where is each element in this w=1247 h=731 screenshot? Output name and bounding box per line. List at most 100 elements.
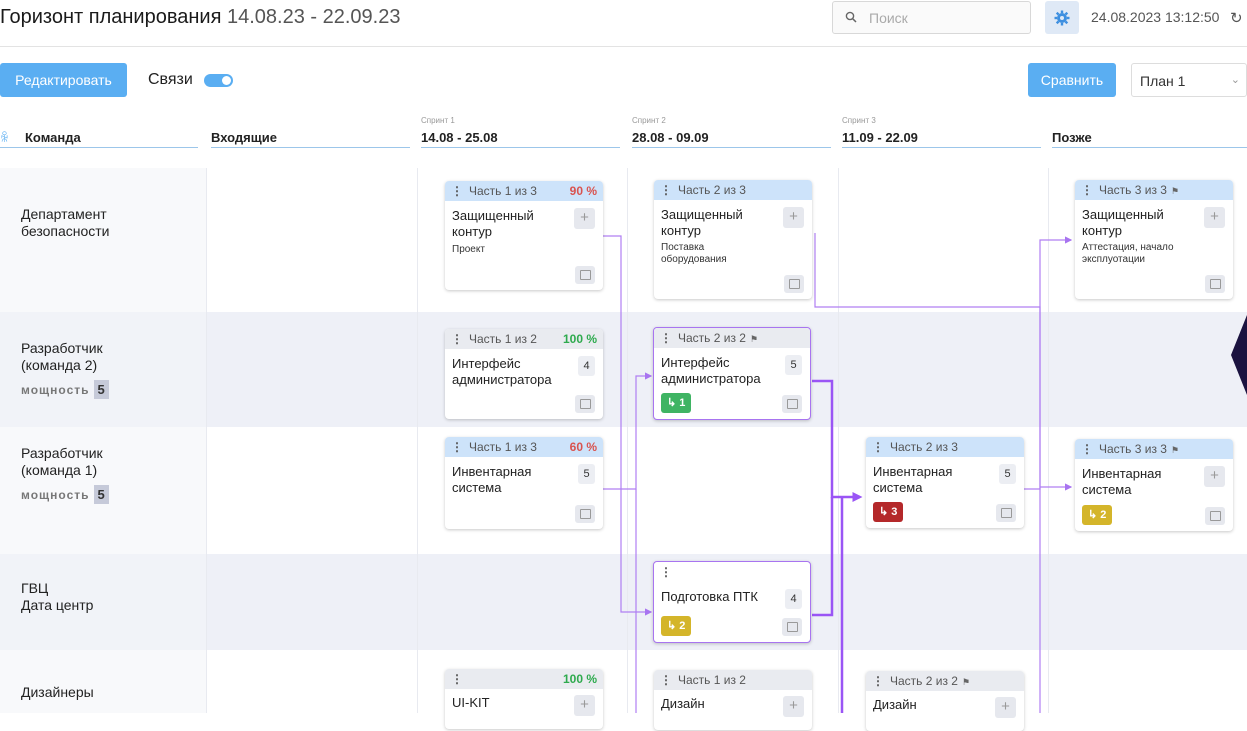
card-count: 5 <box>578 464 595 484</box>
plan-select[interactable]: План 1 ⌄ <box>1131 63 1247 97</box>
calendar-icon[interactable] <box>784 275 804 293</box>
link-badge[interactable]: ↳ 2 <box>661 616 691 636</box>
calendar-icon[interactable] <box>575 395 595 413</box>
calendar-icon[interactable] <box>996 504 1016 522</box>
calendar-icon[interactable] <box>575 505 595 523</box>
drag-handle-icon[interactable]: ⋮ <box>660 673 672 687</box>
card-title: Инвентарная система <box>452 464 570 496</box>
add-icon[interactable]: + <box>1204 466 1225 487</box>
add-icon[interactable]: + <box>574 208 595 229</box>
add-icon[interactable]: + <box>1204 207 1225 228</box>
card-description: Аттестация, начало эксплуотации <box>1082 242 1192 266</box>
drag-handle-icon[interactable]: ⋮ <box>872 440 884 454</box>
card-progress: 60 % <box>570 440 597 454</box>
badge-count: 1 <box>679 397 685 409</box>
refresh-icon[interactable]: ↻ <box>1230 9 1243 27</box>
link-icon: ↳ <box>1088 509 1100 521</box>
sprint-label: Спринт 3 <box>842 116 876 125</box>
drag-handle-icon[interactable]: ⋮ <box>451 440 463 454</box>
drag-handle-icon[interactable]: ⋮ <box>451 672 463 686</box>
drag-handle-icon[interactable]: ⋮ <box>660 565 672 579</box>
task-card[interactable]: ⋮Часть 2 из 3 Инвентарная система 5 ↳ 3 <box>866 437 1024 528</box>
drag-handle-icon[interactable]: ⋮ <box>451 332 463 346</box>
calendar-icon[interactable] <box>575 266 595 284</box>
card-title: Интерфейс администратора <box>661 355 779 387</box>
title-text: Горизонт планирования <box>0 6 221 28</box>
task-card[interactable]: ⋮ Подготовка ПТК 4 ↳ 2 <box>653 561 811 643</box>
task-card[interactable]: ⋮Часть 1 из 2100 % Интерфейс администрат… <box>445 329 603 419</box>
card-part: Часть 2 из 3 <box>890 440 958 454</box>
task-card[interactable]: ⋮Часть 1 из 2 Дизайн + <box>654 670 812 730</box>
search-input[interactable] <box>869 8 1019 28</box>
capacity-value: 5 <box>94 485 109 504</box>
card-part: Часть 1 из 3 <box>469 184 537 198</box>
calendar-icon[interactable] <box>1205 275 1225 293</box>
side-panel-tab[interactable] <box>1229 310 1247 400</box>
chevron-down-icon: ⌄ <box>1231 73 1240 86</box>
title-range: 14.08.23 - 22.09.23 <box>227 6 400 28</box>
card-title: Защищенный контур <box>1082 207 1200 239</box>
task-card[interactable]: ⋮Часть 2 из 3 Защищенный контур Поставка… <box>654 180 812 299</box>
card-title: Инвентарная система <box>873 464 991 496</box>
task-card[interactable]: ⋮Часть 2 из 2⚑ Дизайн + <box>866 671 1024 731</box>
column-divider <box>838 168 839 713</box>
settings-button[interactable] <box>1045 1 1079 34</box>
add-icon[interactable]: + <box>783 696 804 717</box>
plan-select-value: План 1 <box>1140 73 1185 89</box>
task-card[interactable]: ⋮100 % UI-KIT + <box>445 669 603 729</box>
link-badge[interactable]: ↳ 1 <box>661 393 691 413</box>
row-label: Разработчик (команда 1) <box>21 445 103 479</box>
column-label: 14.08 - 25.08 <box>421 130 498 145</box>
link-icon: ↳ <box>879 506 891 518</box>
card-part: Часть 2 из 2 <box>890 674 958 688</box>
card-part: Часть 1 из 3 <box>469 440 537 454</box>
card-title: Интерфейс администратора <box>452 356 570 388</box>
drag-handle-icon[interactable]: ⋮ <box>872 674 884 688</box>
search-box[interactable] <box>832 1 1031 34</box>
column-header-sprint-3: Спринт 3 11.09 - 22.09 <box>842 116 1041 148</box>
column-divider <box>1048 168 1049 713</box>
task-card[interactable]: ⋮ Часть 1 из 3 60 % Инвентарная система 5 <box>445 437 603 529</box>
drag-handle-icon[interactable]: ⋮ <box>1081 442 1093 456</box>
calendar-icon[interactable] <box>1205 507 1225 525</box>
card-title: Дизайн <box>661 696 779 712</box>
card-header: ⋮Часть 1 из 2 <box>654 670 812 690</box>
link-icon: ↳ <box>667 620 679 632</box>
datetime-label: 24.08.2023 13:12:50 <box>1091 9 1219 25</box>
capacity-label: мощность <box>21 488 90 502</box>
card-part: Часть 3 из 3 <box>1099 442 1167 456</box>
link-badge[interactable]: ↳ 2 <box>1082 505 1112 525</box>
links-toggle[interactable] <box>204 74 233 87</box>
card-title: Инвентарная система <box>1082 466 1200 498</box>
card-header: ⋮ Часть 1 из 3 60 % <box>445 437 603 457</box>
row-label: Дизайнеры <box>21 684 94 701</box>
column-divider <box>417 168 418 713</box>
link-badge[interactable]: ↳ 3 <box>873 502 903 522</box>
add-icon[interactable]: + <box>995 697 1016 718</box>
task-card[interactable]: ⋮Часть 3 из 3⚑ Инвентарная система + ↳ 2 <box>1075 439 1233 531</box>
drag-handle-icon[interactable]: ⋮ <box>660 183 672 197</box>
card-count: 4 <box>578 356 595 376</box>
task-card[interactable]: ⋮Часть 2 из 2⚑ Интерфейс администратора … <box>653 327 811 420</box>
calendar-icon[interactable] <box>782 395 802 413</box>
edit-button[interactable]: Редактировать <box>0 63 127 97</box>
card-progress: 100 % <box>563 672 597 686</box>
task-card[interactable]: ⋮Часть 1 из 390 % Защищенный контур Прое… <box>445 181 603 290</box>
column-header-later: Позже <box>1052 116 1247 148</box>
card-title: Защищенный контур <box>661 207 779 239</box>
drag-handle-icon[interactable]: ⋮ <box>451 184 463 198</box>
drag-handle-icon[interactable]: ⋮ <box>1081 183 1093 197</box>
column-label: 11.09 - 22.09 <box>842 130 918 145</box>
card-description: Проект <box>452 244 562 256</box>
flag-icon: ⚑ <box>750 334 758 344</box>
card-header: ⋮ <box>654 562 810 582</box>
drag-handle-icon[interactable]: ⋮ <box>660 331 672 345</box>
card-progress: 100 % <box>563 332 597 346</box>
calendar-icon[interactable] <box>782 618 802 636</box>
compare-button[interactable]: Сравнить <box>1028 63 1116 97</box>
add-icon[interactable]: + <box>783 207 804 228</box>
card-title: Подготовка ПТК <box>661 589 779 605</box>
task-card[interactable]: ⋮Часть 3 из 3⚑ Защищенный контур Аттеста… <box>1075 180 1233 299</box>
card-part: Часть 3 из 3 <box>1099 183 1167 197</box>
flag-icon: ⚑ <box>962 677 970 687</box>
